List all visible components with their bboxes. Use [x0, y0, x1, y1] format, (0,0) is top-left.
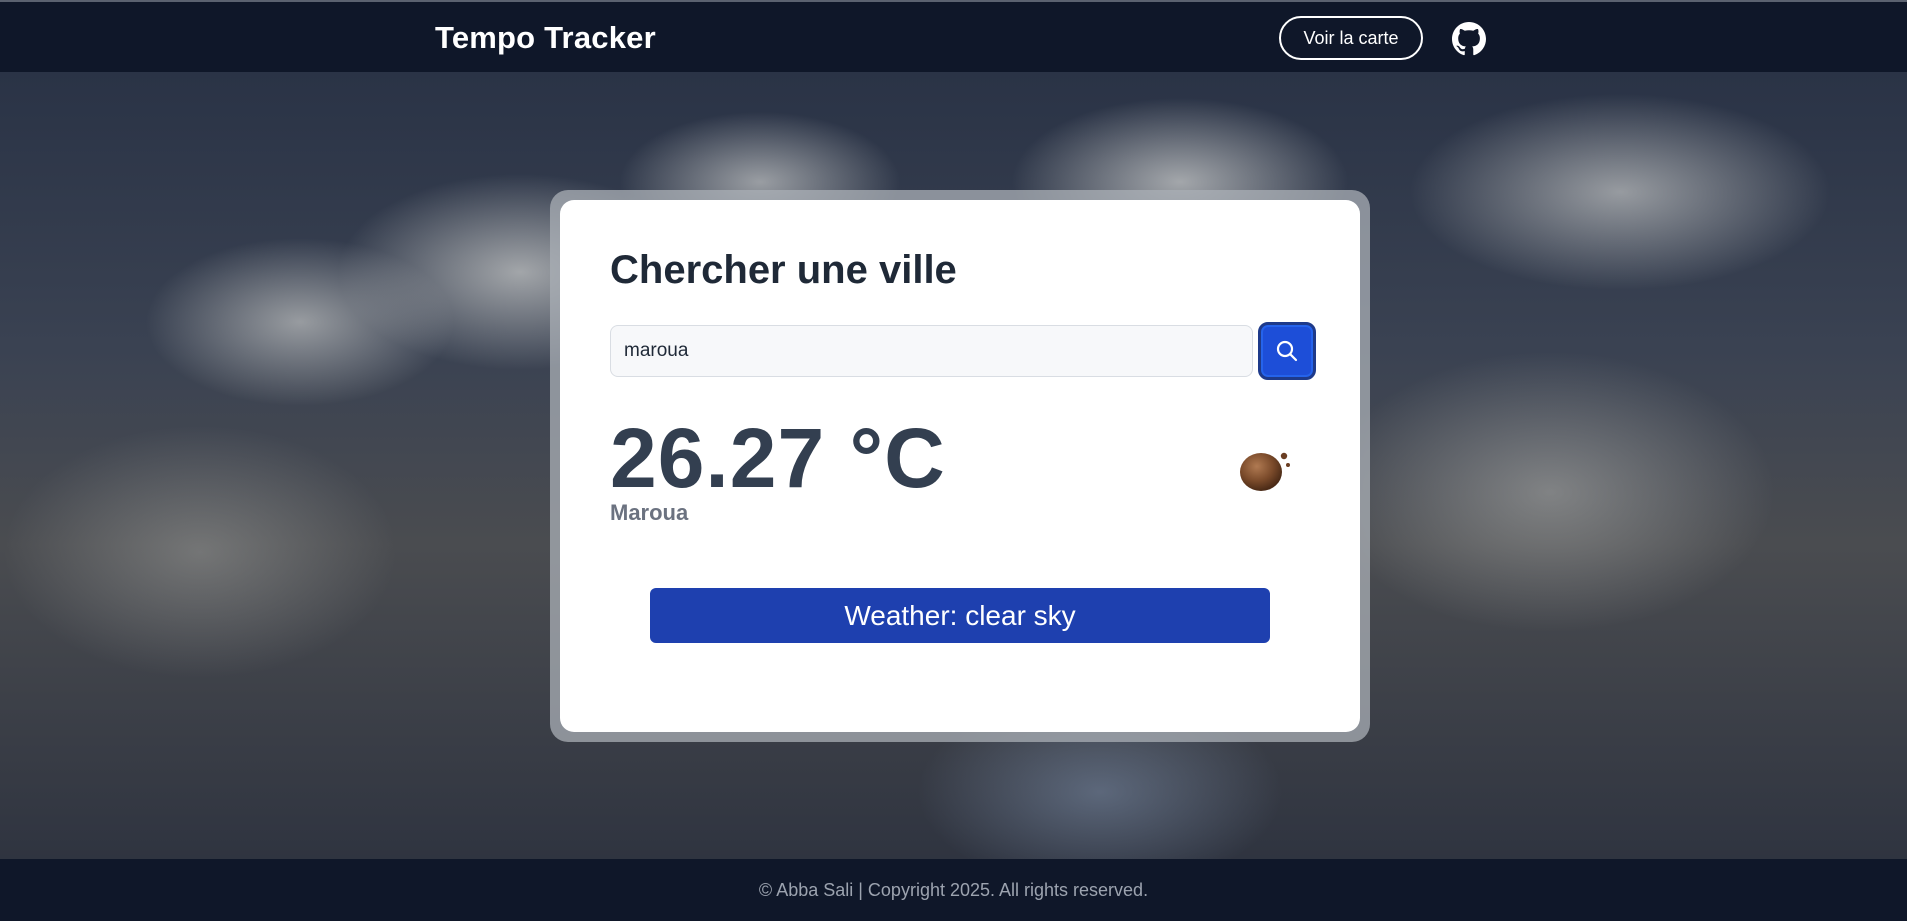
footer: © Abba Sali | Copyright 2025. All rights… — [0, 859, 1907, 921]
search-icon — [1276, 340, 1298, 362]
city-name: Maroua — [610, 500, 689, 525]
search-button[interactable] — [1258, 322, 1316, 380]
weather-card-frame: Chercher une ville 26.27 °C Maroua Weath… — [550, 190, 1370, 742]
view-map-button[interactable]: Voir la carte — [1279, 16, 1423, 60]
search-title: Chercher une ville — [610, 248, 957, 292]
city-search-input[interactable] — [610, 325, 1253, 377]
brand-title[interactable]: Tempo Tracker — [435, 20, 656, 56]
navbar: Tempo Tracker Voir la carte — [0, 2, 1907, 72]
weather-card: Chercher une ville 26.27 °C Maroua Weath… — [560, 200, 1360, 732]
temperature-value: 26.27 °C — [610, 411, 946, 505]
clear-sky-icon — [1240, 452, 1290, 491]
weather-description-badge: Weather: clear sky — [650, 588, 1270, 643]
copyright-text: © Abba Sali | Copyright 2025. All rights… — [758, 879, 1149, 900]
github-icon[interactable] — [1452, 22, 1486, 56]
